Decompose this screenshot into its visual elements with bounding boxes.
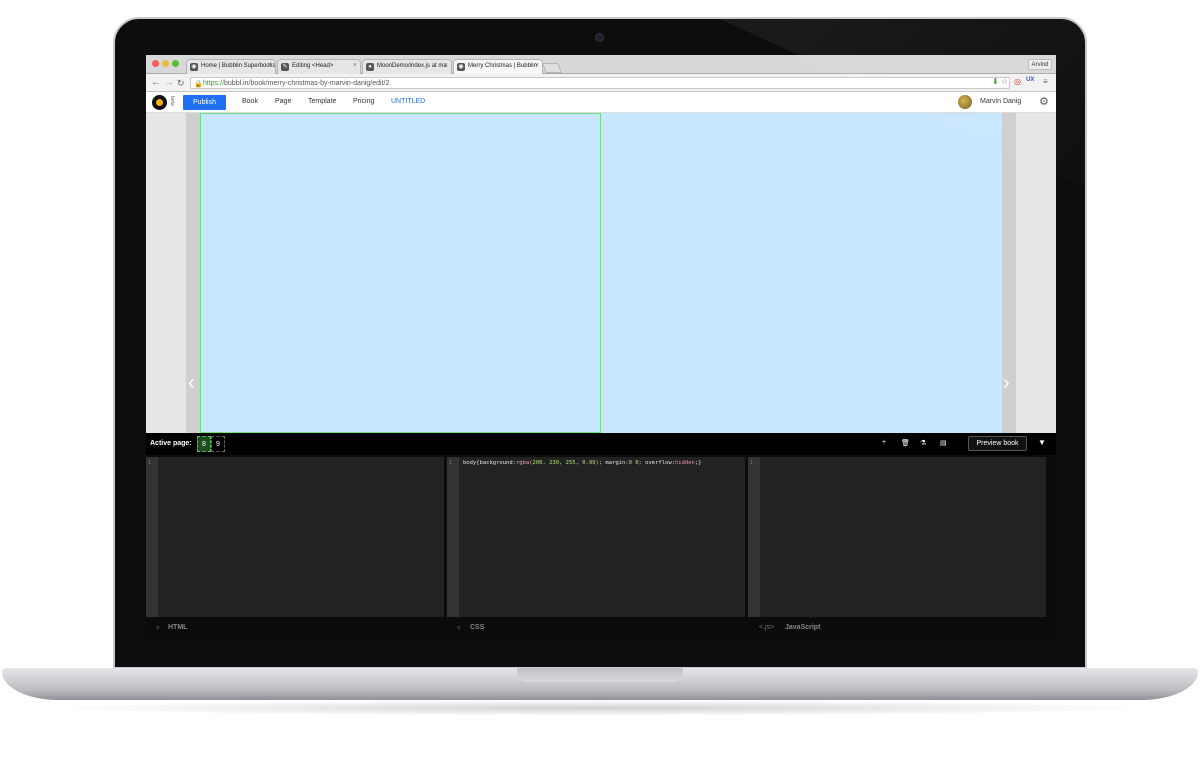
screen: ◉ Home | Bubblin Superbooks × ✎ Editing … [146, 55, 1056, 640]
preview-book-button[interactable]: Preview book [968, 436, 1027, 451]
url-path: bubbl.in/book/merry-christmas-by-marvin-… [224, 80, 390, 87]
css-tab-label[interactable]: CSS [470, 624, 484, 631]
url-scheme: https:// [203, 80, 225, 87]
book-title-untitled[interactable]: UNTITLED [391, 98, 425, 105]
close-tab-icon[interactable]: × [535, 62, 539, 69]
editor-footer: ▿ HTML ▿ CSS <.js> JavaScript [146, 618, 1056, 640]
book-stage: ‹ › [146, 113, 1056, 433]
book-icon[interactable]: ▤ [940, 439, 947, 447]
maximize-window-icon[interactable] [172, 60, 179, 67]
bubblin-favicon-icon: ◉ [457, 63, 465, 71]
extension-icon[interactable]: UX [1026, 77, 1034, 83]
add-page-icon[interactable]: + [882, 439, 886, 446]
menu-page[interactable]: Page [275, 98, 291, 105]
extension-icon[interactable]: ◎ [1014, 77, 1021, 86]
chevron-right-icon[interactable]: › [1003, 373, 1010, 393]
line-gutter: 1 [146, 457, 158, 617]
tab-title: Merry Christmas | Bubblin [468, 63, 537, 69]
line-gutter: 1 [748, 457, 760, 617]
book-page-right[interactable] [601, 113, 1002, 433]
camera-icon [595, 33, 604, 42]
js-editor[interactable]: 1 [748, 457, 1046, 617]
avatar[interactable] [958, 95, 972, 109]
browser-tab[interactable]: ● MoonDemo/index.js at ma × [362, 59, 452, 74]
line-number: 1 [750, 460, 754, 466]
js-tab-label[interactable]: JavaScript [785, 624, 820, 631]
back-arrow-icon[interactable]: ← [151, 77, 161, 89]
username[interactable]: Marvin Danig [980, 98, 1021, 105]
layout-icon[interactable]: ⚗ [920, 439, 926, 447]
browser-tab[interactable]: ✎ Editing <Head> × [277, 59, 361, 74]
close-tab-icon[interactable]: × [268, 62, 272, 69]
menu-book[interactable]: Book [242, 98, 258, 105]
browser-tab-bar: ◉ Home | Bubblin Superbooks × ✎ Editing … [146, 55, 1056, 74]
menu-template[interactable]: Template [308, 98, 336, 105]
chevron-down-icon[interactable]: ▼ [1038, 438, 1046, 447]
tab-title: MoonDemo/index.js at ma [377, 63, 447, 69]
publish-button[interactable]: Publish [183, 95, 226, 110]
js-tag-icon: <.js> [759, 624, 775, 631]
html-tab-label[interactable]: HTML [168, 624, 187, 631]
html5-icon: ▿ [156, 625, 160, 632]
lock-icon: 🔒 [194, 81, 203, 88]
extension-icon[interactable]: ⬇ [992, 77, 999, 86]
app-header: beta Publish Book Page Template Pricing … [146, 92, 1056, 113]
tab-title: Editing <Head> [292, 63, 334, 69]
html-editor[interactable]: 1 [146, 457, 444, 617]
line-number: 1 [148, 460, 152, 466]
new-tab-button[interactable] [542, 63, 562, 73]
beta-label: beta [169, 96, 175, 106]
browser-tab[interactable]: ◉ Home | Bubblin Superbooks × [186, 59, 276, 74]
minimize-window-icon[interactable] [162, 60, 169, 67]
laptop-notch [517, 668, 683, 682]
page-number-current[interactable]: 8 [197, 436, 211, 452]
browser-user-chip[interactable]: Arvind [1028, 59, 1052, 70]
css-code-line: body{background:rgba(200, 230, 255, 0.99… [463, 460, 702, 466]
close-window-icon[interactable] [152, 60, 159, 67]
book-page-left[interactable] [200, 113, 601, 433]
page-toolbar: Active page: 8 9 + 🗑 ⚗ ▤ Preview book ▼ [146, 433, 1056, 455]
github-favicon-icon: ● [366, 63, 374, 71]
url-input[interactable]: 🔒 https://bubbl.in/book/merry-christmas-… [190, 77, 1010, 89]
line-gutter: 1 [447, 457, 459, 617]
css-editor[interactable]: 1 body{background:rgba(200, 230, 255, 0.… [447, 457, 745, 617]
menu-pricing[interactable]: Pricing [353, 98, 374, 105]
address-bar: ← → ↻ 🔒 https://bubbl.in/book/merry-chri… [146, 74, 1056, 92]
trash-icon[interactable]: 🗑 [901, 439, 910, 447]
laptop-shadow [40, 700, 1160, 716]
editor-favicon-icon: ✎ [281, 63, 289, 71]
chevron-left-icon[interactable]: ‹ [188, 373, 195, 393]
gear-icon[interactable]: ⚙ [1039, 95, 1049, 109]
line-number: 1 [449, 460, 453, 466]
active-page-label: Active page: [150, 440, 192, 447]
reload-icon[interactable]: ↻ [177, 77, 185, 89]
bubblin-favicon-icon: ◉ [190, 63, 198, 71]
close-tab-icon[interactable]: × [444, 62, 448, 69]
menu-icon[interactable]: ≡ [1043, 77, 1048, 86]
css3-icon: ▿ [457, 625, 461, 632]
close-tab-icon[interactable]: × [353, 62, 357, 69]
code-editors: 1 1 body{background:rgba(200, 230, 255, … [146, 455, 1056, 618]
bookmark-star-icon[interactable]: ☆ [1001, 77, 1008, 86]
page-number[interactable]: 9 [211, 436, 225, 452]
browser-tab-active[interactable]: ◉ Merry Christmas | Bubblin × [453, 59, 543, 74]
tab-title: Home | Bubblin Superbooks [201, 63, 276, 69]
forward-arrow-icon[interactable]: → [164, 77, 174, 89]
bubblin-logo-icon[interactable] [152, 95, 167, 110]
